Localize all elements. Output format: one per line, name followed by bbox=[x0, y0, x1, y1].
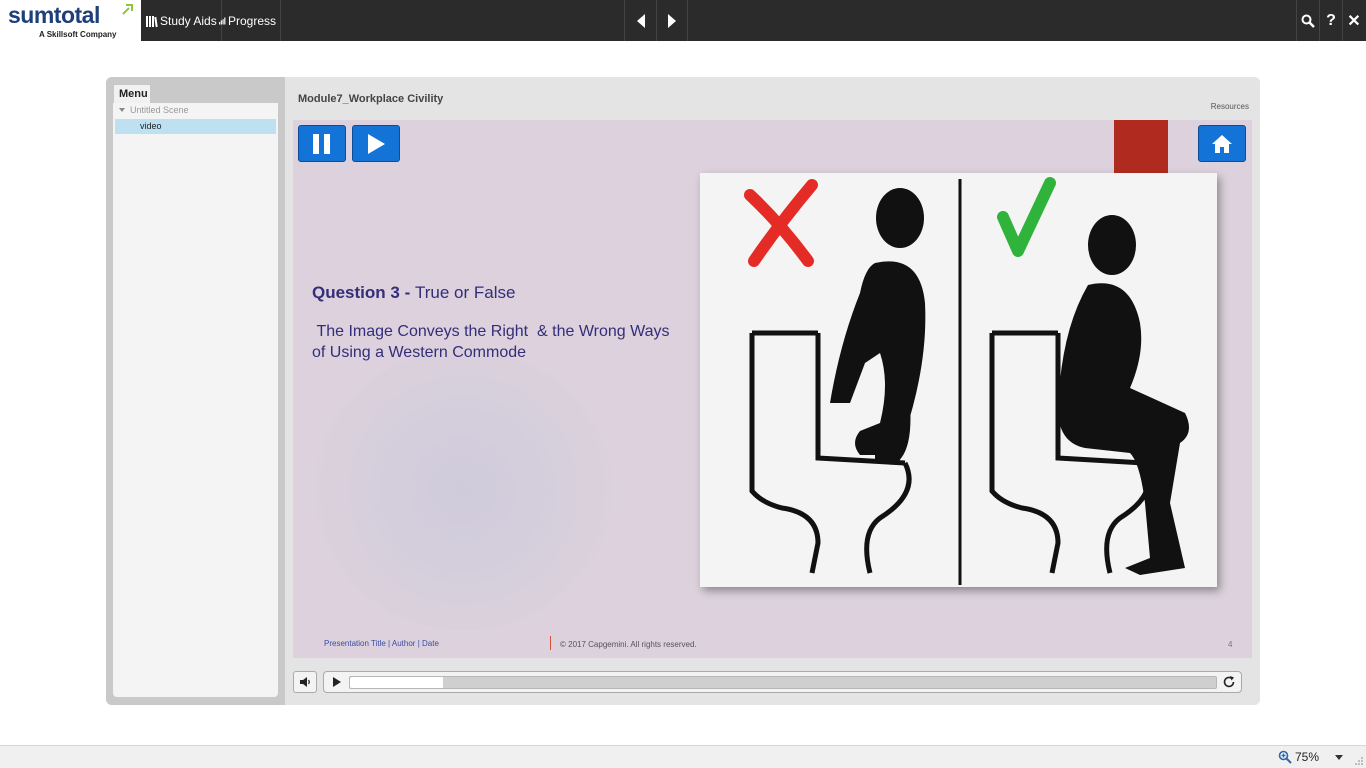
sumtotal-logo: sumtotal A Skillsoft Company bbox=[0, 0, 141, 41]
home-button[interactable] bbox=[1198, 125, 1246, 162]
search-button[interactable] bbox=[1296, 0, 1319, 41]
home-icon bbox=[1212, 134, 1232, 153]
menu-panel: Untitled Scene video bbox=[113, 103, 278, 697]
progress-label: Progress bbox=[227, 13, 276, 28]
zoom-magnifier-icon bbox=[1278, 750, 1292, 764]
content-area: Module7_Workplace Civility Resources Que… bbox=[285, 77, 1260, 705]
zoom-level: 75% bbox=[1295, 750, 1320, 764]
next-slide-button[interactable] bbox=[656, 0, 688, 41]
scene-label: Untitled Scene bbox=[130, 105, 189, 115]
search-icon bbox=[1301, 14, 1315, 28]
arrow-left-icon bbox=[636, 13, 645, 28]
expand-triangle-icon[interactable] bbox=[119, 108, 125, 112]
play-button[interactable] bbox=[352, 125, 400, 162]
logo-text: sumtotal bbox=[8, 2, 100, 28]
top-toolbar: sumtotal A Skillsoft Company Study Aids … bbox=[0, 0, 1366, 41]
playbar-play-icon[interactable] bbox=[333, 677, 341, 687]
background-decoration bbox=[313, 350, 613, 630]
slide: Question 3 - True or False The Image Con… bbox=[293, 120, 1252, 658]
browser-status-bar: 75% bbox=[0, 745, 1366, 768]
zoom-dropdown-icon[interactable] bbox=[1335, 755, 1343, 760]
resize-grip-icon[interactable] bbox=[1354, 756, 1364, 766]
question-type: True or False bbox=[414, 283, 516, 302]
playbar bbox=[323, 671, 1242, 693]
study-aids-label: Study Aids bbox=[160, 13, 217, 28]
pause-icon bbox=[313, 133, 330, 154]
close-button[interactable]: ✕ bbox=[1342, 0, 1365, 41]
replay-icon[interactable] bbox=[1222, 675, 1236, 689]
slide-footer-info: Presentation Title | Author | Date bbox=[324, 639, 439, 648]
tree-scene-node[interactable]: Untitled Scene bbox=[119, 105, 189, 115]
speaker-icon bbox=[300, 677, 310, 687]
course-player: Menu Untitled Scene video Module7_Workpl… bbox=[106, 77, 1260, 705]
menu-tab[interactable]: Menu bbox=[114, 85, 150, 103]
slide-page-number: 4 bbox=[1228, 640, 1233, 649]
help-icon: ? bbox=[1326, 11, 1336, 29]
play-icon bbox=[368, 133, 385, 154]
books-icon bbox=[146, 15, 158, 27]
previous-slide-button[interactable] bbox=[624, 0, 656, 41]
zoom-control[interactable]: 75% bbox=[1278, 750, 1319, 764]
progress-track[interactable] bbox=[349, 676, 1217, 689]
logo-subtitle: A Skillsoft Company bbox=[39, 30, 117, 39]
arrow-right-icon bbox=[668, 13, 676, 28]
progress-fill bbox=[350, 677, 443, 688]
close-icon: ✕ bbox=[1347, 12, 1361, 30]
toilet-posture-image bbox=[700, 173, 1217, 587]
help-button[interactable]: ? bbox=[1319, 0, 1342, 41]
module-title: Module7_Workplace Civility bbox=[298, 93, 444, 105]
pause-button[interactable] bbox=[298, 125, 346, 162]
commode-usage-illustration bbox=[700, 173, 1217, 587]
question-text: The Image Conveys the Right & the Wrong … bbox=[312, 323, 674, 361]
sidebar: Menu Untitled Scene video bbox=[106, 77, 285, 705]
question-title: Question 3 - True or False bbox=[312, 283, 515, 303]
slide-copyright: © 2017 Capgemini. All rights reserved. bbox=[560, 640, 697, 649]
study-aids-button[interactable]: Study Aids bbox=[142, 0, 222, 41]
progress-button[interactable]: Progress bbox=[215, 0, 281, 41]
footer-divider bbox=[550, 636, 551, 650]
red-accent-block bbox=[1114, 120, 1168, 174]
menu-item-video[interactable]: video bbox=[115, 119, 276, 134]
volume-button[interactable] bbox=[293, 671, 317, 693]
question-number: Question 3 - bbox=[312, 283, 415, 302]
progress-bars-icon bbox=[219, 17, 226, 24]
resources-link[interactable]: Resources bbox=[1211, 102, 1249, 111]
logo-mark-icon bbox=[122, 4, 133, 15]
